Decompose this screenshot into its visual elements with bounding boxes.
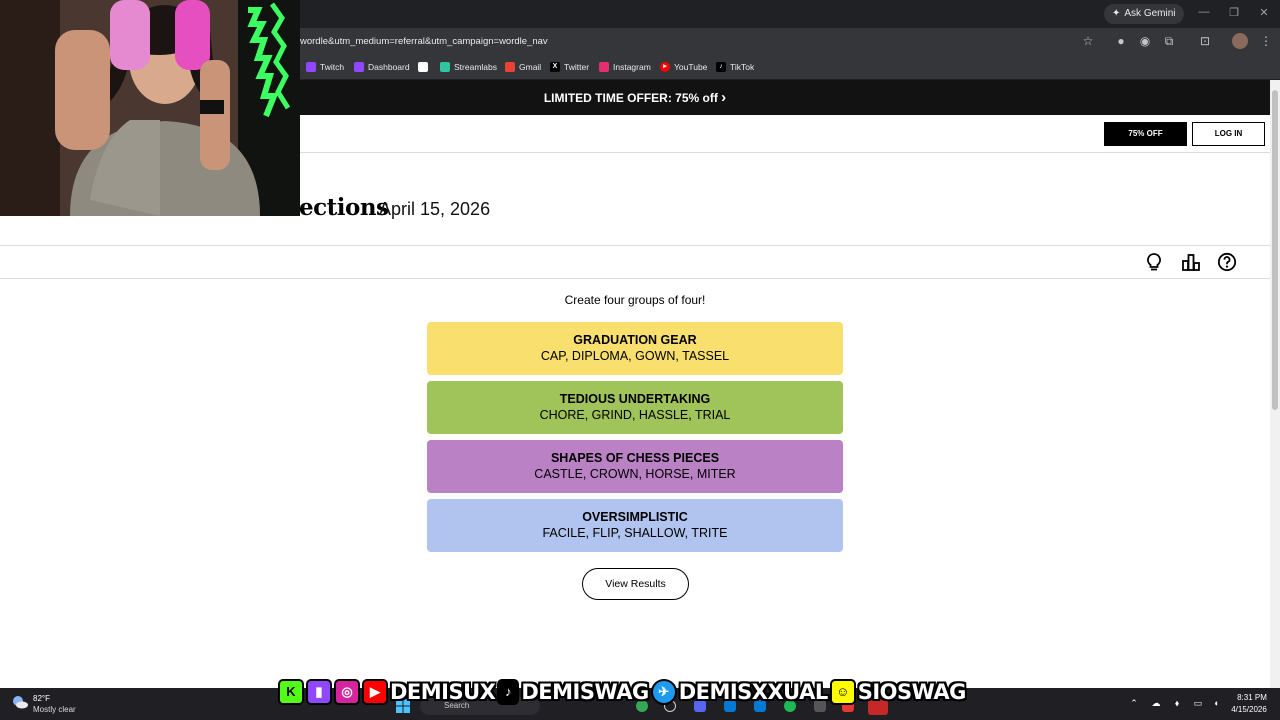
ask-gemini-button[interactable]: ✦ Ask Gemini <box>1104 4 1184 24</box>
divider <box>0 245 1270 246</box>
ask-gemini-label: Ask Gemini <box>1124 8 1176 19</box>
bookmark-instagram[interactable]: Instagram <box>599 60 651 74</box>
puzzle-date: April 15, 2026 <box>379 199 491 219</box>
group-words: CHORE, GRIND, HASSLE, TRIAL <box>539 408 731 422</box>
close-icon[interactable]: ✕ <box>1256 6 1272 19</box>
bookmark-tiktok[interactable]: ♪ TikTok <box>716 60 754 74</box>
address-bar-url[interactable]: wordle&utm_medium=referral&utm_campaign=… <box>300 34 1080 50</box>
extension-icon[interactable]: ● <box>1113 33 1129 49</box>
display-icon[interactable]: ▭ <box>1192 698 1204 709</box>
twitter-bird-logo-icon: ✈ <box>650 679 677 705</box>
group-words: CAP, DIPLOMA, GOWN, TASSEL <box>540 349 730 363</box>
taskbar-clock-date[interactable]: 4/15/2026 <box>1226 705 1272 715</box>
profile-avatar-icon[interactable] <box>1232 33 1248 49</box>
social-handle: DEMISUX <box>390 680 496 704</box>
microphone-icon[interactable]: ⬧ <box>1171 698 1183 709</box>
social-handle: DEMISWAG <box>521 680 649 704</box>
help-question-icon[interactable] <box>1217 252 1237 272</box>
social-handle: DEMISXXUAL <box>678 680 829 704</box>
instagram-logo-icon: ◎ <box>334 679 360 705</box>
solved-group-green: TEDIOUS UNDERTAKING CHORE, GRIND, HASSLE… <box>427 381 843 434</box>
stats-chart-icon[interactable] <box>1181 252 1201 272</box>
twitch-icon <box>306 62 316 72</box>
taskbar-clock-time[interactable]: 8:31 PM <box>1232 693 1272 703</box>
tab-search-icon[interactable]: ⊡ <box>1197 33 1213 49</box>
group-words: CASTLE, CROWN, HORSE, MITER <box>534 467 736 481</box>
bookmark-gmail[interactable]: Gmail <box>505 60 541 74</box>
bookmark-streamlabs[interactable]: Streamlabs <box>440 60 497 74</box>
onedrive-cloud-icon[interactable]: ☁ <box>1150 698 1162 709</box>
bookmark-dashboard[interactable]: Dashboard <box>354 60 410 74</box>
stream-socials-banner: K ▮ ◎ ▶ DEMISUX ♪ DEMISWAG ✈ DEMISXXUAL … <box>278 676 966 708</box>
tiktok-logo-icon: ♪ <box>497 679 520 705</box>
login-button[interactable]: LOG IN <box>1192 122 1265 146</box>
gmail-icon <box>505 62 515 72</box>
x-twitter-icon: X <box>550 62 560 72</box>
group-name: OVERSIMPLISTIC <box>582 510 688 524</box>
instructions-text: Create four groups of four! <box>564 293 706 307</box>
chevron-right-icon: › <box>721 89 727 106</box>
kick-logo-icon: K <box>278 679 304 705</box>
show-hidden-icons-icon[interactable]: ⌃ <box>1128 698 1140 709</box>
youtube-icon: ▸ <box>660 62 670 72</box>
group-name: TEDIOUS UNDERTAKING <box>559 392 711 406</box>
webcam-overlay <box>0 0 300 216</box>
streamlabs-icon <box>440 62 450 72</box>
solved-group-blue: OVERSIMPLISTIC FACILE, FLIP, SHALLOW, TR… <box>427 499 843 552</box>
view-results-button[interactable]: View Results <box>582 568 689 600</box>
page-title: ections <box>299 194 389 221</box>
promo-text: LIMITED TIME OFFER: 75% off <box>543 91 718 105</box>
minimize-icon[interactable]: — <box>1196 6 1212 18</box>
solved-group-yellow: GRADUATION GEAR CAP, DIPLOMA, GOWN, TASS… <box>427 322 843 375</box>
divider <box>0 278 1270 279</box>
instagram-icon <box>599 62 609 72</box>
solved-group-purple: SHAPES OF CHESS PIECES CASTLE, CROWN, HO… <box>427 440 843 493</box>
weather-moon-icon[interactable] <box>12 695 28 709</box>
offer-button[interactable]: 75% OFF <box>1104 122 1187 146</box>
group-name: SHAPES OF CHESS PIECES <box>550 451 720 465</box>
bookmark-unnamed[interactable] <box>418 60 428 74</box>
hint-lightbulb-icon[interactable] <box>1144 252 1164 272</box>
group-name: GRADUATION GEAR <box>573 333 697 347</box>
browser-menu-icon[interactable]: ⋮ <box>1258 33 1274 49</box>
twitch-logo-icon: ▮ <box>306 679 332 705</box>
tiktok-icon: ♪ <box>716 62 726 72</box>
webcam-feed-image <box>0 0 300 216</box>
twitch-icon <box>354 62 364 72</box>
youtube-logo-icon: ▶ <box>362 679 388 705</box>
extensions-puzzle-icon[interactable]: ⧉ <box>1161 33 1177 49</box>
restore-icon[interactable]: ❐ <box>1226 6 1242 19</box>
group-words: FACILE, FLIP, SHALLOW, TRITE <box>542 526 728 540</box>
weather-description[interactable]: Mostly clear <box>33 705 76 715</box>
bookmark-twitch[interactable]: Twitch <box>306 60 344 74</box>
volume-icon[interactable]: ◖ <box>1210 698 1222 708</box>
bookmark-favicon-icon <box>418 62 428 72</box>
bookmark-twitter[interactable]: X Twitter <box>550 60 589 74</box>
weather-temperature[interactable]: 82°F <box>33 694 50 704</box>
snapchat-logo-icon: ☺ <box>829 679 856 705</box>
scrollbar-thumb[interactable] <box>1272 90 1278 410</box>
extension-icon[interactable]: ◉ <box>1137 33 1153 49</box>
social-handle: SIOSWAG <box>857 680 967 704</box>
bookmark-youtube[interactable]: ▸ YouTube <box>660 60 707 74</box>
gemini-sparkle-icon: ✦ <box>1112 8 1121 19</box>
bookmark-star-icon[interactable]: ☆ <box>1080 33 1096 49</box>
